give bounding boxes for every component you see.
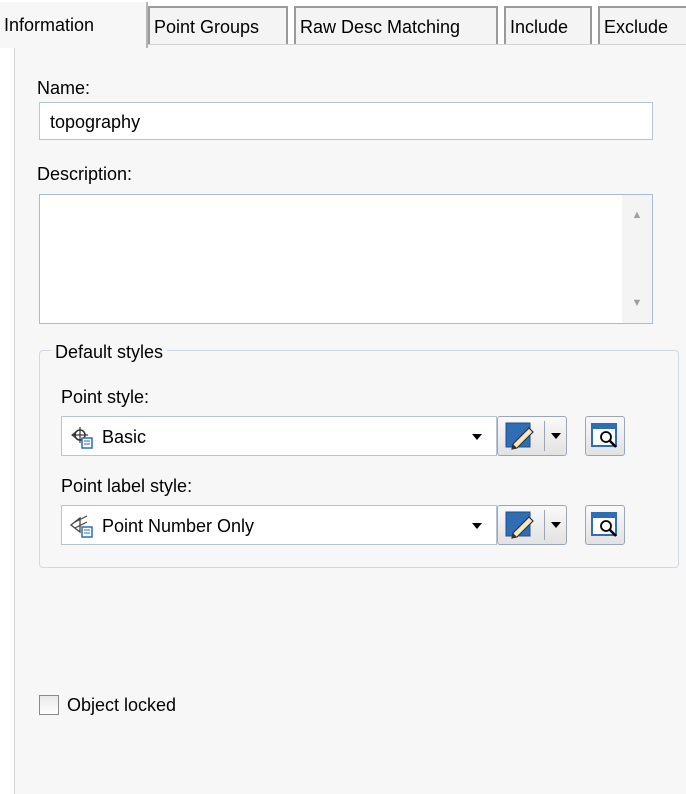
scroll-down-icon[interactable]: ▼	[622, 293, 652, 313]
point-style-select[interactable]: Basic	[61, 416, 497, 456]
object-locked-checkbox[interactable]	[39, 695, 59, 715]
tab-raw-desc-matching[interactable]: Raw Desc Matching	[294, 6, 498, 46]
point-style-preview-button[interactable]	[585, 416, 625, 456]
preview-magnify-icon	[591, 423, 617, 448]
point-label-style-value: Point Number Only	[102, 516, 255, 536]
description-scrollbar[interactable]: ▲ ▼	[622, 195, 652, 323]
point-style-value: Basic	[102, 427, 147, 447]
description-textarea[interactable]: ▲ ▼	[39, 194, 653, 324]
tab-panel-information: Name: topography Description: ▲ ▼ Defaul…	[14, 44, 686, 794]
chevron-down-icon	[472, 434, 482, 440]
point-label-style-preview-button[interactable]	[585, 505, 625, 545]
edit-style-icon	[505, 511, 534, 539]
scroll-up-icon[interactable]: ▲	[622, 205, 652, 225]
tab-label: Include	[510, 17, 569, 37]
tab-information[interactable]: Information	[0, 2, 148, 48]
tab-exclude[interactable]: Exclude	[598, 6, 686, 46]
default-styles-caption: Default styles	[51, 341, 168, 363]
point-style-edit-button[interactable]	[497, 416, 567, 456]
point-label-style-edit-button[interactable]	[497, 505, 567, 545]
point-style-icon	[71, 427, 93, 449]
tab-include[interactable]: Include	[504, 6, 592, 46]
description-label: Description:	[37, 164, 133, 184]
tab-strip: Information Point Groups Raw Desc Matchi…	[0, 0, 686, 48]
point-style-label: Point style:	[61, 387, 150, 407]
point-label-style-icon	[69, 515, 93, 538]
tab-label: Point Groups	[154, 17, 260, 37]
tab-label: Exclude	[604, 17, 669, 37]
point-label-style-select[interactable]: Point Number Only	[61, 505, 497, 545]
tab-label: Information	[4, 15, 95, 35]
chevron-down-icon	[551, 522, 561, 528]
point-label-style-label: Point label style:	[61, 476, 193, 496]
tab-point-groups[interactable]: Point Groups	[148, 6, 288, 46]
chevron-down-icon	[472, 523, 482, 529]
preview-magnify-icon	[591, 512, 617, 537]
chevron-down-icon	[551, 433, 561, 439]
name-input[interactable]: topography	[39, 102, 653, 140]
tab-label: Raw Desc Matching	[300, 17, 461, 37]
edit-style-icon	[505, 422, 534, 450]
name-label: Name:	[37, 78, 91, 98]
object-locked-label[interactable]: Object locked	[67, 694, 176, 716]
